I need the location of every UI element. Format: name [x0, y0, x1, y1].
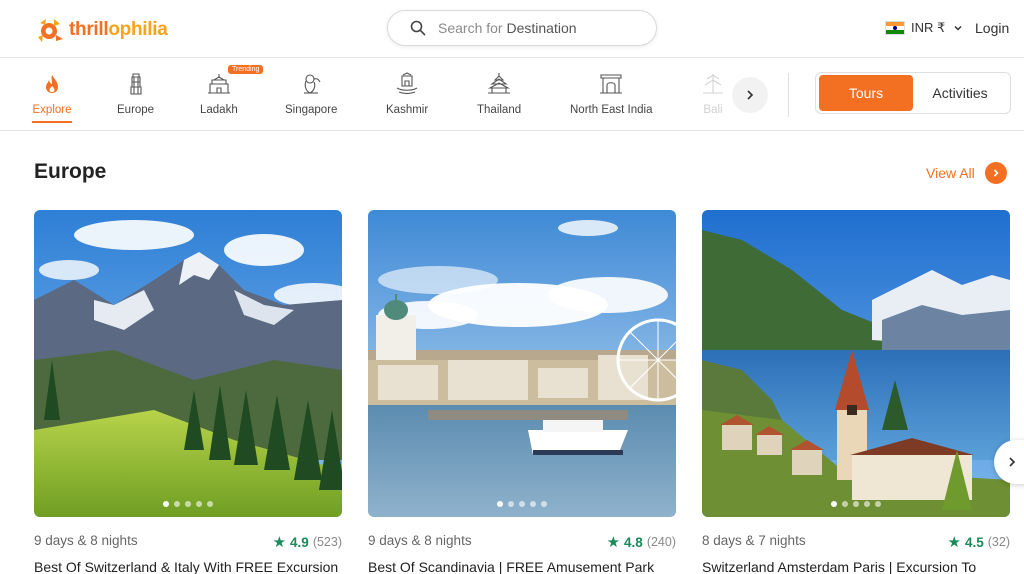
category-label: Bali: [703, 104, 723, 116]
rating-score: 4.8: [624, 534, 643, 550]
active-underline: [32, 121, 72, 123]
tour-card[interactable]: 9 days & 8 nights ★ 4.8 (240) Best Of Sc…: [368, 210, 676, 574]
top-header: thrillophilia Search for Destination INR…: [0, 0, 1024, 58]
tour-title[interactable]: Best Of Switzerland & Italy With FREE Ex…: [34, 559, 342, 574]
image-pagination: [34, 501, 342, 507]
category-label: Explore: [32, 104, 72, 116]
category-singapore[interactable]: Singapore: [285, 59, 337, 131]
categories-next-button[interactable]: [732, 77, 768, 113]
section-title: Europe: [34, 160, 107, 183]
tour-title[interactable]: Switzerland Amsterdam Paris | Excursion …: [702, 559, 1010, 574]
pagination-dot[interactable]: [864, 501, 870, 507]
star-icon: ★: [947, 534, 961, 551]
currency-selector[interactable]: INR ₹: [885, 20, 963, 36]
tour-rating: ★ 4.8 (240): [607, 533, 676, 551]
temple-icon: [487, 73, 511, 94]
leaning-tower-icon: [129, 73, 142, 95]
chevron-down-icon: [954, 25, 962, 31]
tour-rating: ★ 4.9 (523): [273, 533, 342, 551]
chevron-right-icon: [747, 90, 754, 100]
rating-score: 4.5: [964, 534, 984, 550]
trending-badge: Trending: [228, 65, 264, 74]
brand-name-part2: ophilia: [108, 19, 168, 40]
login-link[interactable]: Login: [975, 20, 1009, 36]
star-icon: ★: [606, 534, 621, 551]
image-pagination: [368, 501, 676, 507]
tour-image-switzerland-lake[interactable]: [702, 210, 1010, 517]
review-count: (523): [312, 535, 342, 549]
rating-score: 4.9: [290, 534, 309, 550]
tours-tab[interactable]: Tours: [819, 75, 913, 111]
logo-mark-icon: [36, 15, 66, 45]
pagination-dot[interactable]: [508, 501, 514, 507]
tour-title[interactable]: Best Of Scandinavia | FREE Amusement Par…: [368, 559, 676, 574]
category-label: Singapore: [285, 104, 338, 116]
review-count: (32): [987, 535, 1010, 549]
category-thailand[interactable]: Thailand: [477, 59, 521, 131]
shikara-icon: [396, 72, 418, 95]
tour-card[interactable]: 9 days & 8 nights ★ 4.9 (523) Best Of Sw…: [34, 210, 342, 574]
pagination-dot[interactable]: [185, 501, 191, 507]
brand-name: thrillophilia: [69, 19, 168, 41]
pagination-dot[interactable]: [519, 501, 525, 507]
monastery-icon: [207, 74, 230, 94]
pagination-dot[interactable]: [831, 501, 837, 507]
tour-image-scandinavia[interactable]: [368, 210, 676, 517]
tours-activities-toggle: Tours Activities: [815, 72, 1011, 114]
pagination-dot[interactable]: [541, 501, 547, 507]
star-icon: ★: [272, 534, 287, 551]
tour-duration: 8 days & 7 nights: [702, 533, 806, 548]
category-bali[interactable]: Bali: [700, 59, 726, 131]
category-kashmir[interactable]: Kashmir: [386, 59, 428, 131]
tour-duration: 9 days & 8 nights: [368, 533, 472, 548]
flame-icon: [46, 75, 58, 93]
search-placeholder-prefix: Search for: [438, 20, 507, 36]
tour-duration: 9 days & 8 nights: [34, 533, 138, 548]
pagination-dot[interactable]: [163, 501, 169, 507]
destination-search-input[interactable]: Search for Destination: [387, 10, 657, 46]
brand-name-part1: thrill: [69, 19, 109, 40]
category-label: North East India: [570, 104, 653, 116]
merlion-icon: [304, 74, 321, 94]
category-label: Kashmir: [386, 104, 429, 116]
category-label: Europe: [117, 104, 155, 116]
search-placeholder-keyword: Destination: [506, 20, 577, 36]
india-flag-icon: [885, 21, 905, 35]
brand-logo[interactable]: thrillophilia: [36, 15, 168, 45]
pagination-dot[interactable]: [497, 501, 503, 507]
arrow-right-icon: [984, 162, 1007, 184]
category-bar: Explore Europe Ladakh Trending Singapore…: [0, 59, 1024, 131]
tour-image-switzerland[interactable]: [34, 210, 342, 517]
tour-rating: ★ 4.5 (32): [948, 533, 1010, 551]
search-placeholder: Search for Destination: [438, 20, 577, 36]
search-icon: [410, 20, 426, 36]
currency-label: INR ₹: [911, 20, 946, 35]
activities-tab[interactable]: Activities: [913, 75, 1007, 111]
category-north-east-india[interactable]: North East India: [570, 59, 652, 131]
pura-icon: [703, 74, 723, 94]
pagination-dot[interactable]: [174, 501, 180, 507]
tour-meta: 9 days & 8 nights ★ 4.8 (240): [368, 533, 676, 551]
category-label: Thailand: [477, 104, 522, 116]
vertical-divider: [788, 73, 789, 117]
view-all-link[interactable]: View All: [926, 162, 1007, 184]
gate-icon: [600, 74, 623, 94]
pagination-dot[interactable]: [207, 501, 213, 507]
tour-meta: 8 days & 7 nights ★ 4.5 (32): [702, 533, 1010, 551]
pagination-dot[interactable]: [875, 501, 881, 507]
view-all-label: View All: [926, 165, 975, 181]
tour-card[interactable]: 8 days & 7 nights ★ 4.5 (32) Switzerland…: [702, 210, 1010, 574]
review-count: (240): [646, 535, 676, 549]
pagination-dot[interactable]: [196, 501, 202, 507]
image-pagination: [702, 501, 1010, 507]
pagination-dot[interactable]: [842, 501, 848, 507]
category-europe[interactable]: Europe: [117, 59, 154, 131]
tour-meta: 9 days & 8 nights ★ 4.9 (523): [34, 533, 342, 551]
category-explore[interactable]: Explore: [32, 59, 72, 131]
pagination-dot[interactable]: [530, 501, 536, 507]
category-label: Ladakh: [200, 104, 238, 116]
chevron-right-icon: [1009, 457, 1016, 467]
pagination-dot[interactable]: [853, 501, 859, 507]
